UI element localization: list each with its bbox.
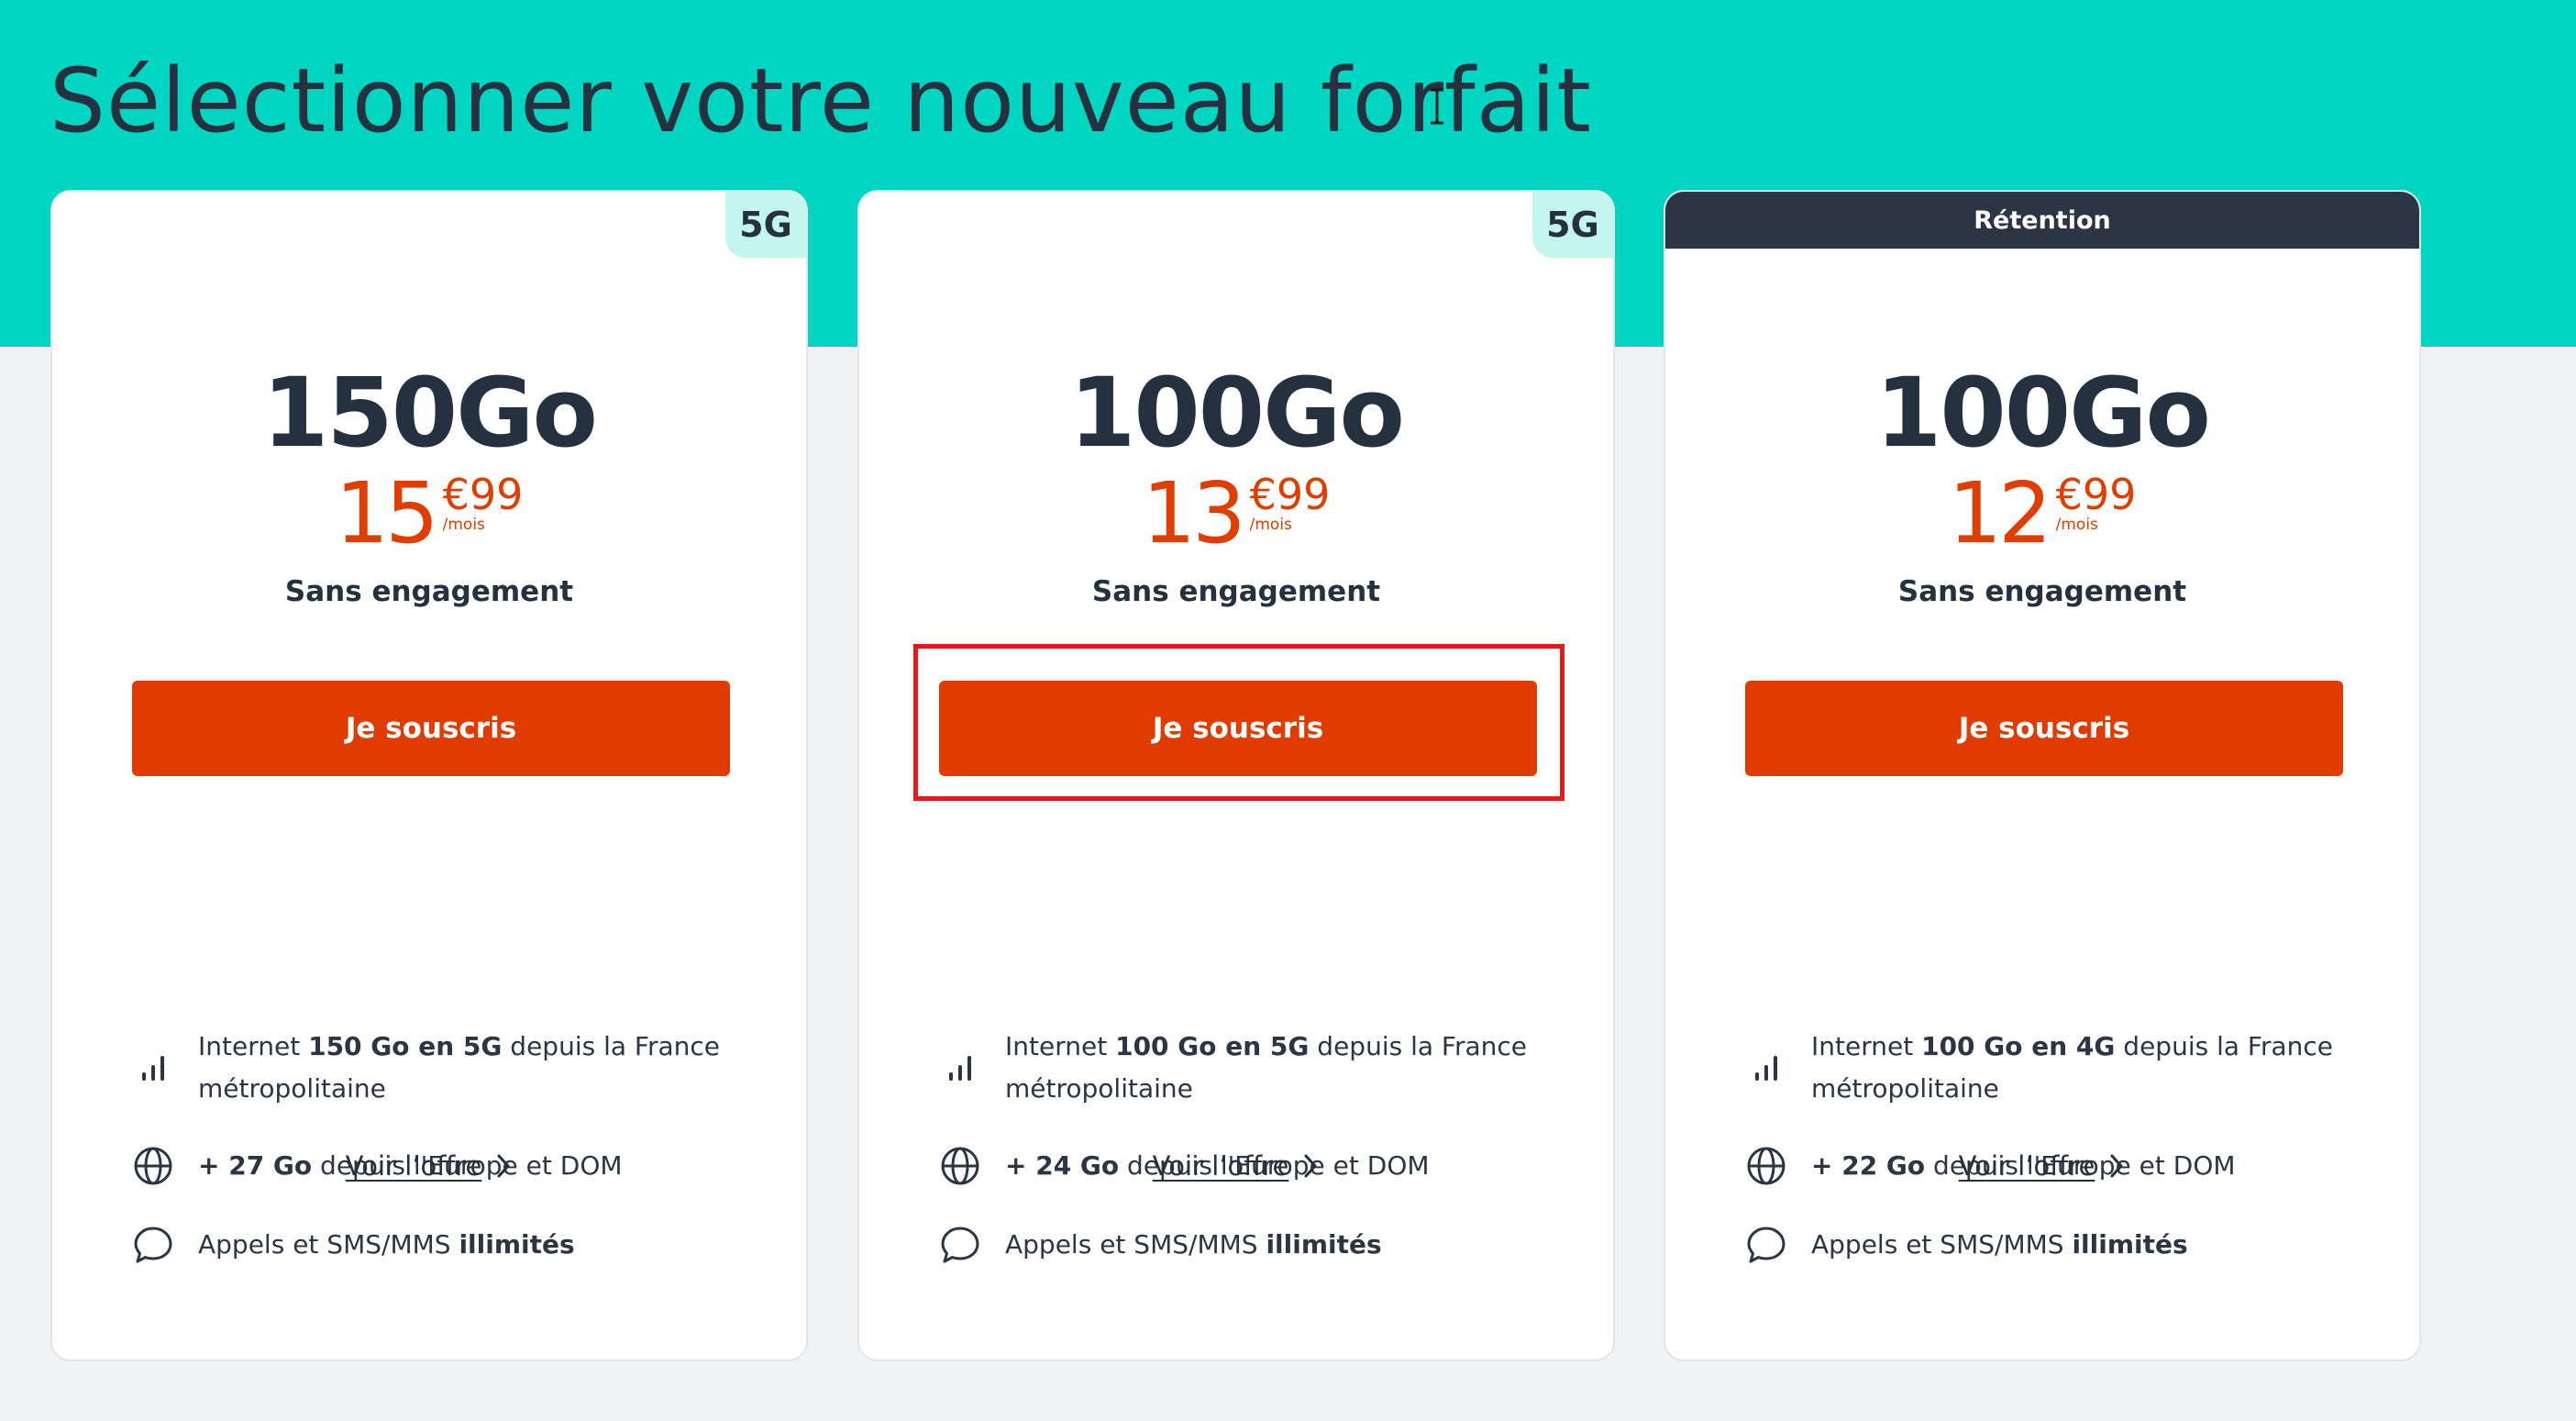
feature-internet: Internet 100 Go en 4G depuis la France mé… xyxy=(1745,1026,2369,1110)
subscribe-button[interactable]: Je souscris xyxy=(1745,681,2343,776)
chevron-right-icon[interactable] xyxy=(494,1152,513,1180)
price-unit: /mois xyxy=(442,516,485,534)
retention-ribbon: Rétention xyxy=(1665,192,2419,249)
plan-card: Rétention 100Go 12 €99 /mois Sans engage… xyxy=(1664,190,2421,1361)
feature-text: Internet 100 Go en 4G depuis la France mé… xyxy=(1811,1031,2334,1104)
highlight-outline xyxy=(913,644,1564,801)
price-integer: 12 xyxy=(1948,464,2052,562)
price-decimal: €99 xyxy=(442,470,524,519)
price-side: €99 /mois xyxy=(443,473,524,534)
chat-bubble-icon xyxy=(1747,1227,1786,1263)
plan-card: 5G 150Go 15 €99 /mois Sans engagement Je… xyxy=(50,190,808,1361)
plan-price: 12 €99 /mois xyxy=(1665,472,2419,556)
feature-calls: Appels et SMS/MMS illimités xyxy=(132,1224,756,1266)
feature-internet: Internet 100 Go en 5G depuis la France mé… xyxy=(939,1026,1563,1110)
view-offer-label[interactable]: Voir l’offre xyxy=(346,1150,482,1182)
feature-text: Appels et SMS/MMS illimités xyxy=(198,1229,575,1260)
view-offer-label[interactable]: Voir l’offre xyxy=(1153,1150,1289,1182)
feature-text: Internet 100 Go en 5G depuis la France mé… xyxy=(1005,1031,1528,1104)
price-unit: /mois xyxy=(1249,516,1292,534)
view-offer-link[interactable]: Voir l’offre xyxy=(859,1150,1613,1182)
chevron-right-icon[interactable] xyxy=(1301,1152,1320,1180)
signal-bars-icon xyxy=(1755,1056,1777,1081)
plan-price: 15 €99 /mois xyxy=(52,472,806,556)
price-integer: 15 xyxy=(335,464,439,562)
chat-bubble-icon xyxy=(941,1227,979,1263)
price-side: €99 /mois xyxy=(1250,473,1331,534)
subscribe-button[interactable]: Je souscris xyxy=(132,681,730,776)
chat-bubble-icon xyxy=(134,1227,172,1263)
view-offer-label[interactable]: Voir l’offre xyxy=(1959,1150,2095,1182)
price-unit: /mois xyxy=(2055,516,2098,534)
plan-data-amount: 100Go xyxy=(1875,357,2211,469)
signal-bars-icon xyxy=(949,1056,971,1081)
plan-data-amount: 100Go xyxy=(1069,357,1405,469)
plan-commitment: Sans engagement xyxy=(1091,575,1381,608)
chevron-right-icon[interactable] xyxy=(2107,1152,2126,1180)
plan-data-amount: 150Go xyxy=(262,357,598,469)
price-decimal: €99 xyxy=(2055,470,2137,519)
plan-commitment: Sans engagement xyxy=(1897,575,2187,608)
feature-calls: Appels et SMS/MMS illimités xyxy=(1745,1224,2369,1266)
feature-text: Appels et SMS/MMS illimités xyxy=(1811,1229,2188,1260)
feature-internet: Internet 150 Go en 5G depuis la France mé… xyxy=(132,1026,756,1110)
badge-5g: 5G xyxy=(725,192,806,258)
price-decimal: €99 xyxy=(1249,470,1331,519)
feature-text: Internet 150 Go en 5G depuis la France mé… xyxy=(198,1031,721,1104)
view-offer-link[interactable]: Voir l’offre xyxy=(1665,1150,2419,1182)
price-integer: 13 xyxy=(1142,464,1246,562)
feature-calls: Appels et SMS/MMS illimités xyxy=(939,1224,1563,1266)
plan-price: 13 €99 /mois xyxy=(859,472,1613,556)
plan-commitment: Sans engagement xyxy=(284,575,574,608)
badge-5g: 5G xyxy=(1532,192,1613,258)
price-side: €99 /mois xyxy=(2056,473,2137,534)
signal-bars-icon xyxy=(142,1056,164,1081)
view-offer-link[interactable]: Voir l’offre xyxy=(52,1150,806,1182)
feature-text: Appels et SMS/MMS illimités xyxy=(1005,1229,1382,1260)
